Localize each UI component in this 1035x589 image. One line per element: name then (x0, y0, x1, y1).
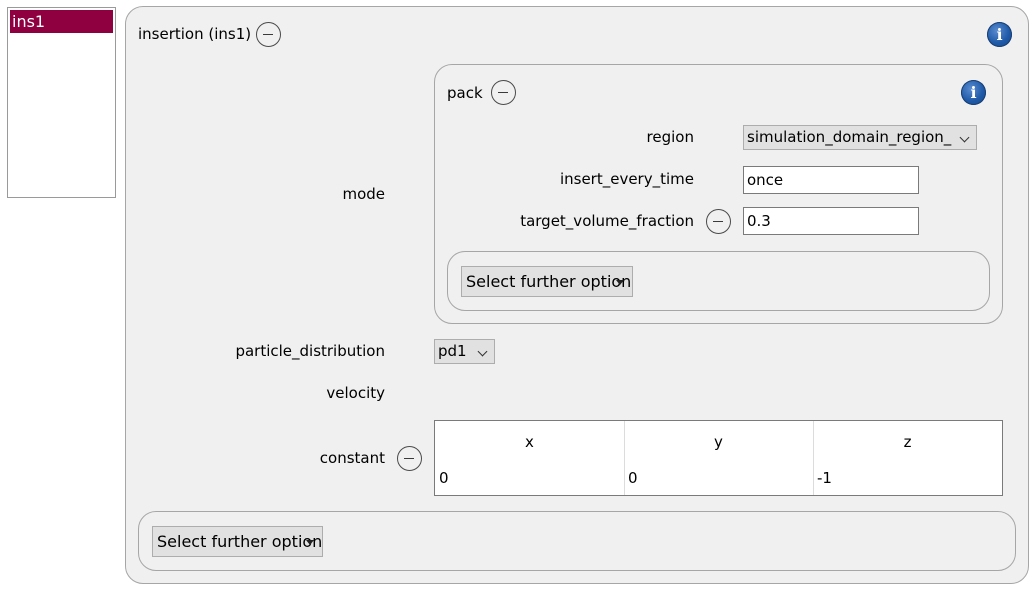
constant-remove-icon[interactable] (397, 446, 422, 471)
insertion-title: insertion (ins1) (138, 25, 252, 43)
mode-label: mode (342, 185, 385, 203)
insertion-further-option-button[interactable]: Select further option (152, 526, 323, 557)
particle-distribution-select[interactable]: pd1 (434, 339, 495, 364)
region-value: simulation_domain_region_ (747, 128, 952, 146)
insertion-info-icon[interactable]: i (987, 22, 1012, 47)
insertion-remove-icon[interactable] (256, 22, 281, 47)
pack-further-option-button[interactable]: Select further option (461, 266, 633, 297)
chevron-down-icon (477, 346, 488, 357)
constant-x-header: x (525, 433, 534, 451)
constant-vector-table: x y z 0 0 -1 (434, 420, 1003, 496)
particle-distribution-value: pd1 (438, 342, 467, 360)
constant-z-header: z (903, 433, 912, 451)
target-volume-fraction-input[interactable]: 0.3 (743, 207, 919, 235)
constant-z-value[interactable]: -1 (817, 469, 832, 487)
pack-further-option-label: Select further option (466, 272, 632, 291)
constant-label: constant (319, 449, 385, 467)
pack-info-icon[interactable]: i (961, 80, 986, 105)
particle-distribution-label: particle_distribution (235, 342, 385, 360)
instance-list[interactable]: ins1 (7, 7, 116, 198)
target-volume-fraction-label: target_volume_fraction (520, 212, 694, 230)
dropdown-arrow-icon (616, 280, 624, 285)
target-volume-fraction-remove-icon[interactable] (706, 209, 731, 234)
insert-every-time-input[interactable]: once (743, 166, 919, 194)
constant-y-value[interactable]: 0 (628, 469, 638, 487)
insert-every-time-label: insert_every_time (559, 170, 694, 188)
region-label: region (646, 128, 694, 146)
region-select[interactable]: simulation_domain_region_ (743, 125, 977, 150)
pack-title: pack (447, 84, 483, 102)
constant-y-header: y (714, 433, 723, 451)
dropdown-arrow-icon (306, 540, 314, 545)
list-item-ins1[interactable]: ins1 (10, 10, 113, 33)
insertion-further-option-label: Select further option (157, 532, 323, 551)
velocity-label: velocity (326, 384, 385, 402)
chevron-down-icon (959, 132, 970, 143)
constant-x-value[interactable]: 0 (439, 469, 449, 487)
pack-remove-icon[interactable] (491, 80, 516, 105)
